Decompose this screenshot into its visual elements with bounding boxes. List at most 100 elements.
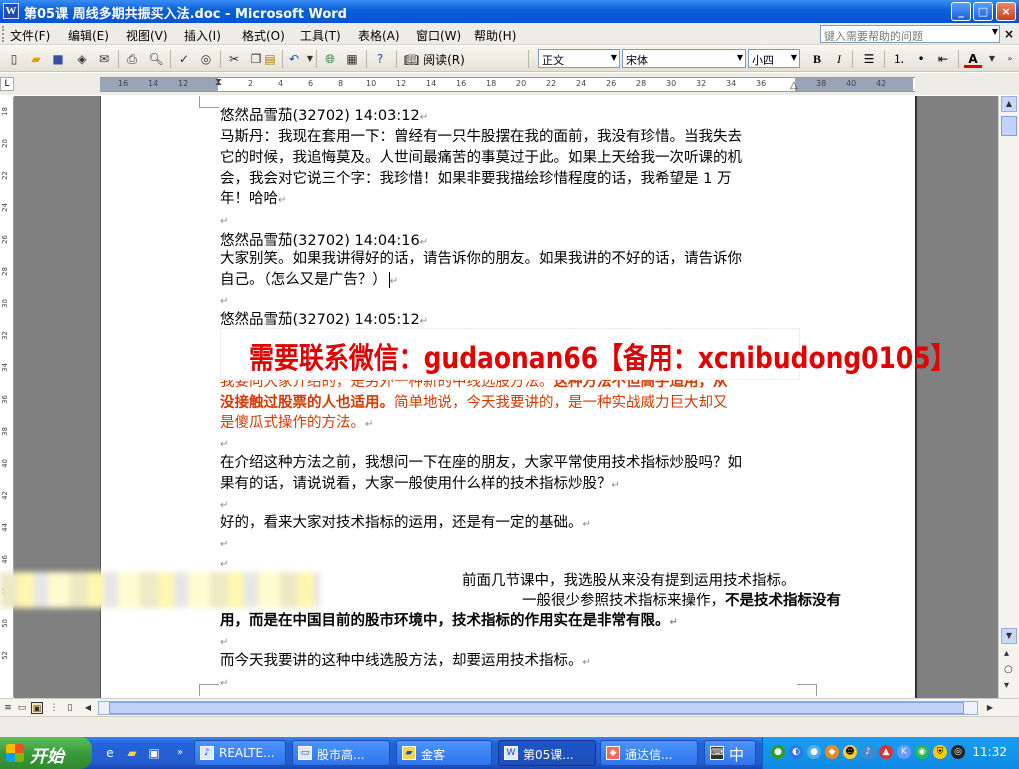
tray-app-icon[interactable]: ●: [771, 745, 785, 759]
horizontal-scroll-thumb[interactable]: [109, 702, 964, 714]
window-title: 第05课 周线多期共振买入法.doc - Microsoft Word: [24, 7, 347, 22]
taskbar-item-label: 股市高...: [317, 748, 365, 762]
email-icon[interactable]: ✉: [96, 51, 112, 67]
horizontal-ruler[interactable]: 16 14 12 2 4 6 8 10 12 14 16 18 20 22 24…: [100, 77, 915, 92]
toolbar-separator: [366, 50, 367, 68]
permission-icon[interactable]: ◈: [74, 51, 90, 67]
chevron-down-icon[interactable]: ▼: [737, 53, 743, 62]
normal-view-icon[interactable]: ≡: [2, 702, 14, 714]
research-icon[interactable]: ◎: [198, 51, 214, 67]
tray-volume-icon[interactable]: ♪: [861, 745, 875, 759]
menu-table[interactable]: 表格(A): [358, 27, 400, 44]
open-folder-icon[interactable]: ▰: [28, 51, 44, 67]
quicklaunch-expand-icon[interactable]: »: [172, 745, 188, 761]
help-search-input[interactable]: 键入需要帮助的问题 ▼: [820, 25, 1000, 43]
cut-icon[interactable]: ✂: [226, 51, 242, 67]
menu-tools[interactable]: 工具(T): [300, 27, 341, 44]
print-icon[interactable]: ⎙: [124, 51, 140, 67]
bold-button[interactable]: B: [808, 50, 826, 68]
close-document-button[interactable]: ×: [1004, 27, 1014, 41]
print-preview-icon[interactable]: 🔍︎: [148, 51, 164, 67]
doc-line: 在介绍这种方法之前，我想问一下在座的朋友，大家平常使用技术指标炒股吗？如: [220, 453, 742, 473]
scroll-down-icon[interactable]: ▼: [1001, 628, 1017, 644]
tray-audio-icon[interactable]: ◎: [951, 745, 965, 759]
doc-line: ↵: [220, 672, 228, 694]
table-icon[interactable]: ▦: [344, 51, 360, 67]
read-button[interactable]: 📖︎ 阅读(R): [404, 51, 465, 68]
menu-help[interactable]: 帮助(H): [474, 27, 516, 44]
taskbar-item[interactable]: ♪ REALTE...: [194, 740, 286, 766]
tray-network-icon[interactable]: ◐: [789, 745, 803, 759]
tab-selector[interactable]: L: [0, 77, 14, 91]
bullets-icon[interactable]: •: [912, 50, 930, 68]
font-color-button[interactable]: A: [964, 50, 982, 68]
horizontal-scrollbar[interactable]: [98, 701, 978, 715]
italic-button[interactable]: I: [830, 50, 848, 68]
chevron-down-icon[interactable]: ▼: [791, 53, 797, 62]
save-icon[interactable]: ■: [50, 51, 66, 67]
tray-shield-icon[interactable]: ⛨: [933, 745, 947, 759]
maximize-button[interactable]: □: [973, 2, 993, 21]
indent-marker-icon[interactable]: ⧗: [215, 77, 222, 88]
taskbar-item[interactable]: ▭ 股市高...: [292, 740, 390, 766]
font-size-select[interactable]: 小四 ▼: [748, 49, 800, 68]
style-select[interactable]: 正文 ▼: [538, 49, 620, 68]
doc-line: 而今天我要讲的这种中线选股方法，却要运用技术指标。↵: [220, 651, 591, 673]
undo-icon[interactable]: ↶: [286, 51, 302, 67]
menu-insert[interactable]: 插入(I): [184, 27, 221, 44]
taskbar-item-active[interactable]: W 第05课...: [498, 740, 596, 766]
close-button[interactable]: ×: [996, 2, 1016, 21]
menu-grip[interactable]: [2, 26, 5, 42]
tray-qq-penguin-icon[interactable]: ☻: [843, 745, 857, 759]
taskbar-item[interactable]: ▰ 金客: [396, 740, 492, 766]
new-document-icon[interactable]: ▯: [6, 51, 22, 67]
minimize-button[interactable]: _: [951, 2, 971, 21]
desktop-icon[interactable]: ▣: [146, 745, 162, 761]
font-color-dropdown-icon[interactable]: ▼: [984, 51, 1000, 67]
scroll-right-icon[interactable]: ▶: [984, 702, 996, 714]
tray-security-icon[interactable]: ▲: [879, 745, 893, 759]
scroll-thumb[interactable]: [1001, 116, 1017, 136]
ime-indicator[interactable]: ⌨ 中: [704, 740, 756, 766]
paragraph-mark: ↵: [220, 500, 229, 511]
web-view-icon[interactable]: ▭: [16, 702, 28, 714]
start-button[interactable]: 开始: [0, 737, 92, 769]
taskbar-item[interactable]: ◆ 通达信...: [600, 740, 698, 766]
next-page-icon[interactable]: ▾: [1004, 680, 1009, 691]
align-justify-icon[interactable]: ☰: [860, 50, 878, 68]
menu-format[interactable]: 格式(O): [242, 27, 285, 44]
browse-object-icon[interactable]: ○: [1004, 664, 1013, 675]
toolbar-options-icon[interactable]: »: [1002, 51, 1018, 67]
chevron-down-icon[interactable]: ▼: [611, 53, 617, 62]
outline-view-icon[interactable]: ⋮: [48, 702, 60, 714]
paste-icon[interactable]: ▤: [262, 51, 278, 67]
tray-qq-icon[interactable]: ●: [807, 745, 821, 759]
tray-app-icon[interactable]: ◆: [825, 745, 839, 759]
tray-app-icon[interactable]: K: [897, 745, 911, 759]
vertical-scrollbar[interactable]: ▲ ▼ ▴ ○ ▾: [998, 96, 1019, 698]
right-indent-marker-icon[interactable]: △: [790, 80, 798, 91]
menu-edit[interactable]: 编辑(E): [68, 27, 109, 44]
tray-antivirus-icon[interactable]: ◉: [915, 745, 929, 759]
hyperlink-icon[interactable]: 🌐︎: [322, 51, 338, 67]
ie-icon[interactable]: e: [102, 745, 118, 761]
decrease-indent-icon[interactable]: ⇤: [934, 50, 952, 68]
spelling-icon[interactable]: ✓: [176, 51, 192, 67]
print-view-icon[interactable]: ▣: [31, 702, 43, 714]
scroll-left-icon[interactable]: ◀: [82, 702, 94, 714]
font-select[interactable]: 宋体 ▼: [622, 49, 746, 68]
previous-page-icon[interactable]: ▴: [1004, 648, 1009, 659]
clock[interactable]: 11:32: [972, 745, 1007, 759]
reading-view-icon[interactable]: ▯: [64, 702, 76, 714]
doc-line: ↵: [220, 433, 228, 455]
scroll-up-icon[interactable]: ▲: [1001, 96, 1017, 112]
chevron-down-icon[interactable]: ▼: [992, 27, 998, 36]
menu-view[interactable]: 视图(V): [126, 27, 168, 44]
numbering-icon[interactable]: ⒈: [890, 50, 908, 68]
menu-file[interactable]: 文件(F): [10, 27, 50, 44]
help-icon[interactable]: ?: [372, 51, 388, 67]
menu-window[interactable]: 窗口(W): [416, 27, 461, 44]
folder-icon[interactable]: ▰: [124, 745, 140, 761]
word-app-icon[interactable]: W: [3, 3, 19, 19]
start-label: 开始: [30, 747, 64, 767]
